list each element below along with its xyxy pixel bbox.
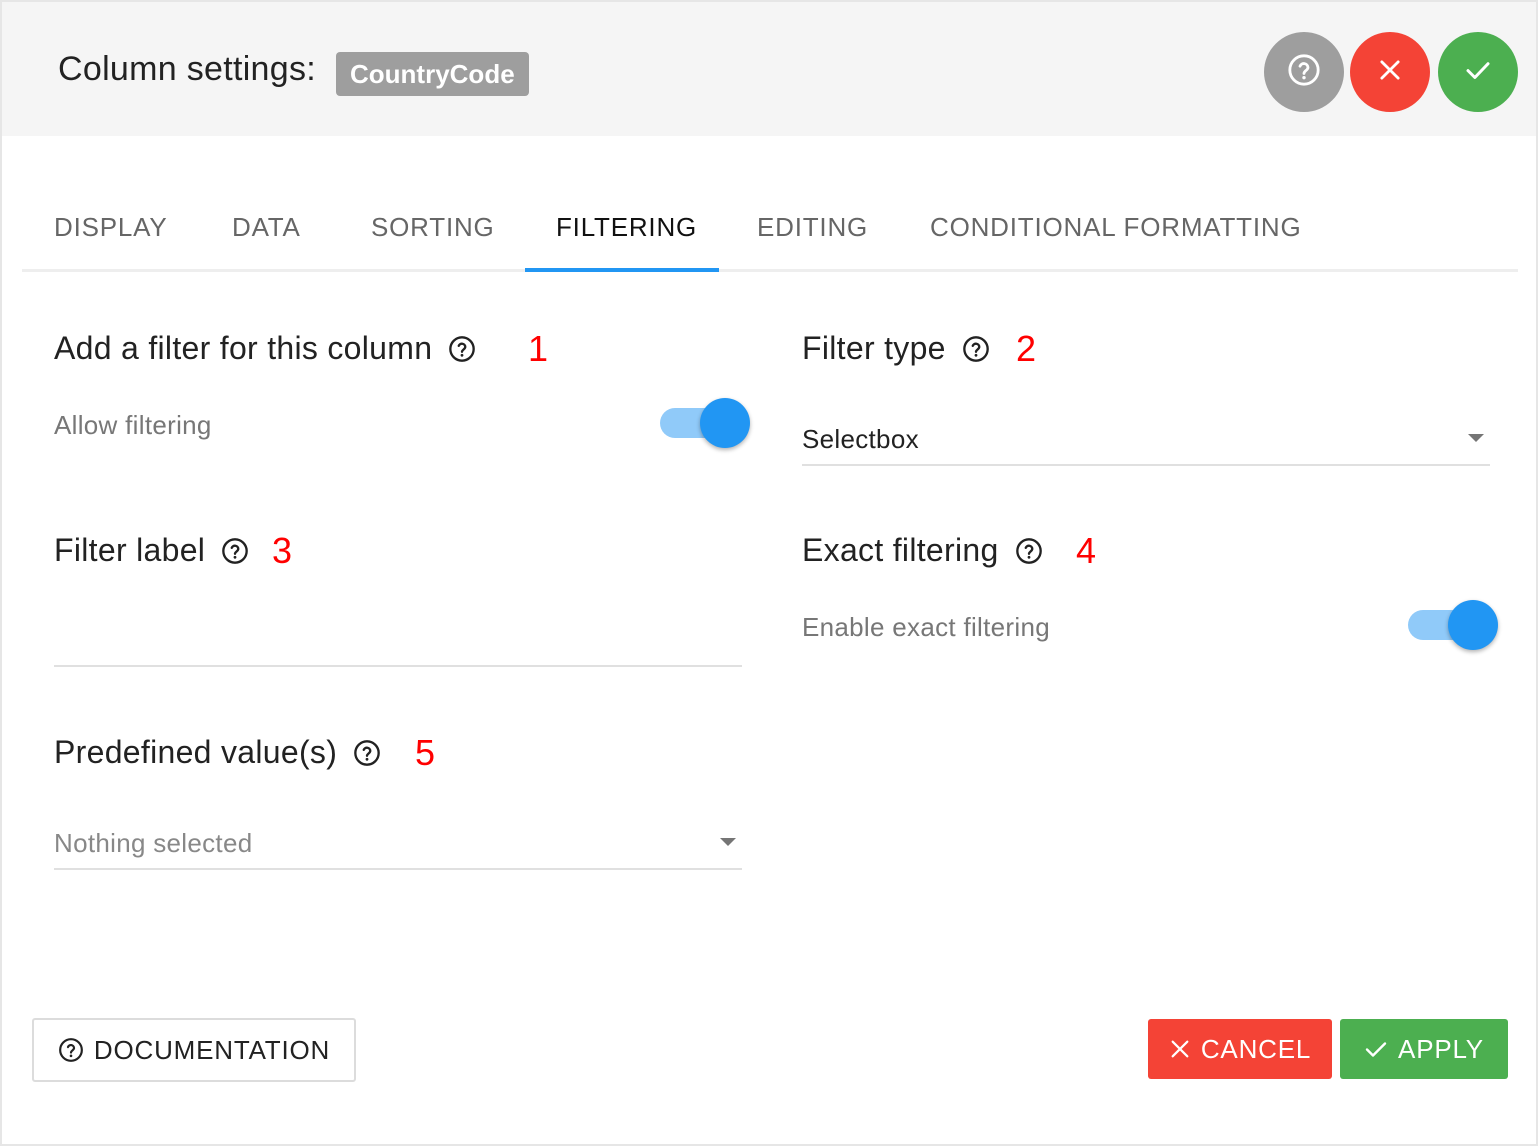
tab-conditional-formatting[interactable]: CONDITIONAL FORMATTING	[930, 212, 1301, 243]
annotation-1: 1	[528, 328, 549, 369]
filter-label-input[interactable]	[54, 665, 742, 667]
annotation-3: 3	[272, 530, 293, 571]
filter-type-select[interactable]: Selectbox	[802, 418, 1490, 466]
predefined-values-title-text: Predefined value(s)	[54, 734, 338, 770]
add-filter-title: Add a filter for this column	[54, 330, 476, 367]
tab-data[interactable]: DATA	[232, 212, 301, 243]
header-help-button[interactable]	[1264, 32, 1344, 112]
annotation-4: 4	[1076, 530, 1097, 571]
add-filter-title-text: Add a filter for this column	[54, 330, 433, 366]
predefined-values-title: Predefined value(s)	[54, 734, 381, 771]
filter-type-title-text: Filter type	[802, 330, 946, 366]
annotation-2: 2	[1016, 328, 1037, 369]
header-close-button[interactable]	[1350, 32, 1430, 112]
close-icon	[1169, 1038, 1191, 1060]
help-icon[interactable]	[448, 335, 476, 363]
tab-display[interactable]: DISPLAY	[54, 212, 168, 243]
help-icon[interactable]	[221, 537, 249, 565]
cancel-label: CANCEL	[1200, 1033, 1312, 1064]
exact-filtering-toggle[interactable]	[1408, 600, 1498, 650]
documentation-button[interactable]: DOCUMENTATION	[32, 1018, 356, 1082]
tab-sorting[interactable]: SORTING	[371, 212, 495, 243]
toggle-thumb	[1448, 600, 1498, 650]
check-icon	[1463, 55, 1493, 90]
help-icon[interactable]	[962, 335, 990, 363]
active-tab-indicator	[525, 268, 719, 272]
tab-filtering[interactable]: FILTERING	[556, 212, 697, 243]
dialog-title: Column settings:	[58, 50, 317, 88]
tab-editing[interactable]: EDITING	[757, 212, 868, 243]
close-icon	[1376, 56, 1404, 89]
allow-filtering-toggle[interactable]	[660, 398, 750, 448]
column-settings-dialog: Column settings: CountryCode DISPLAY DAT…	[0, 0, 1538, 1146]
help-icon[interactable]	[353, 739, 381, 767]
apply-label: APPLY	[1398, 1033, 1484, 1064]
dialog-header: Column settings: CountryCode	[2, 2, 1536, 136]
predefined-values-placeholder: Nothing selected	[54, 828, 253, 858]
allow-filtering-label: Allow filtering	[54, 410, 212, 440]
header-confirm-button[interactable]	[1438, 32, 1518, 112]
filter-label-title: Filter label	[54, 532, 249, 569]
predefined-values-select[interactable]: Nothing selected	[54, 822, 742, 870]
settings-tabs: DISPLAY DATA SORTING FILTERING EDITING C…	[22, 192, 1518, 272]
documentation-label: DOCUMENTATION	[93, 1034, 331, 1065]
toggle-thumb	[700, 398, 750, 448]
apply-button[interactable]: APPLY	[1340, 1019, 1508, 1079]
dropdown-arrow-icon	[720, 838, 736, 846]
help-icon	[58, 1037, 84, 1063]
filter-type-value: Selectbox	[802, 424, 919, 454]
annotation-5: 5	[415, 732, 436, 773]
check-icon	[1364, 1037, 1388, 1061]
exact-filtering-label: Enable exact filtering	[802, 612, 1050, 642]
filter-label-title-text: Filter label	[54, 532, 206, 568]
exact-filtering-title: Exact filtering	[802, 532, 1043, 569]
exact-filtering-title-text: Exact filtering	[802, 532, 999, 568]
dropdown-arrow-icon	[1468, 434, 1484, 442]
help-icon	[1287, 53, 1321, 92]
help-icon[interactable]	[1015, 537, 1043, 565]
filter-type-title: Filter type	[802, 330, 990, 367]
cancel-button[interactable]: CANCEL	[1148, 1019, 1332, 1079]
column-name-badge: CountryCode	[336, 52, 529, 96]
